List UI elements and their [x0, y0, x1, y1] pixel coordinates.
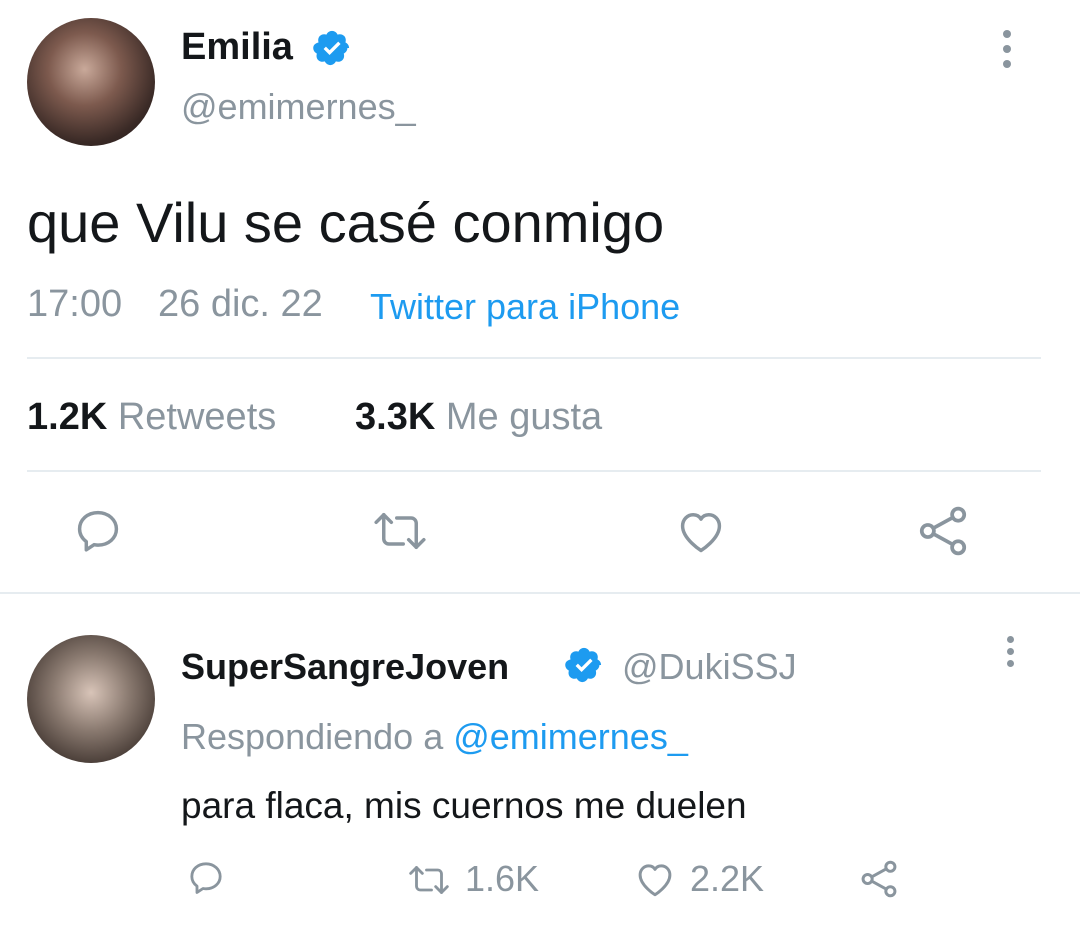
tweet-source[interactable]: Twitter para iPhone	[370, 286, 680, 328]
divider	[27, 357, 1041, 359]
reply-author-name[interactable]: SuperSangreJoven	[181, 646, 509, 688]
like-icon[interactable]	[675, 505, 727, 557]
reply-author-avatar[interactable]	[27, 635, 155, 763]
tweet-date[interactable]: 26 dic. 22	[158, 283, 323, 326]
replying-prefix: Respondiendo a	[181, 716, 444, 757]
reply-more-options-icon[interactable]	[1007, 636, 1014, 672]
retweets-label: Retweets	[117, 396, 277, 438]
retweet-icon[interactable]	[371, 505, 429, 557]
reply-like-count: 2.2K	[690, 858, 765, 899]
tweet-time[interactable]: 17:00	[27, 283, 122, 326]
reply-like-icon[interactable]	[634, 858, 676, 900]
author-name[interactable]: Emilia	[181, 26, 293, 69]
likes-label: Me gusta	[445, 396, 603, 438]
author-handle[interactable]: @emimernes_	[181, 86, 416, 128]
retweets-stat[interactable]: 1.2K Retweets	[27, 396, 276, 439]
replying-to: Respondiendo a @emimernes_	[181, 716, 688, 758]
reply-text: para flaca, mis cuernos me duelen	[181, 785, 747, 826]
author-avatar[interactable]	[27, 18, 155, 146]
share-icon[interactable]	[915, 503, 971, 559]
section-divider	[0, 592, 1080, 594]
reply-reply-icon[interactable]	[186, 858, 226, 898]
replying-to-handle[interactable]: @emimernes_	[453, 716, 688, 757]
reply-icon[interactable]	[72, 505, 124, 557]
reply-verified-badge-icon	[564, 645, 604, 685]
likes-count: 3.3K	[355, 396, 436, 438]
reply-retweet-icon[interactable]	[406, 860, 452, 900]
more-options-icon[interactable]	[1003, 30, 1011, 75]
retweets-count: 1.2K	[27, 396, 108, 438]
divider	[27, 470, 1041, 472]
tweet-text: que Vilu se casé conmigo	[27, 191, 665, 254]
reply-author-handle[interactable]: @DukiSSJ	[622, 646, 797, 688]
reply-share-icon[interactable]	[858, 858, 900, 900]
likes-stat[interactable]: 3.3K Me gusta	[355, 396, 602, 439]
reply-retweet-count: 1.6K	[465, 858, 540, 899]
verified-badge-icon	[312, 28, 352, 68]
